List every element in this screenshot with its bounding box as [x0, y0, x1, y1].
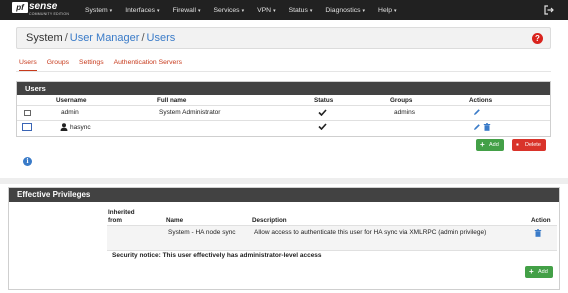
- menu-status[interactable]: Status ▾: [289, 7, 313, 14]
- security-notice: Security notice: This user effectively h…: [112, 252, 322, 259]
- delete-trash-icon[interactable]: [483, 123, 491, 131]
- username-cell: hasync: [70, 124, 91, 131]
- menu-interfaces[interactable]: Interfaces ▾: [125, 7, 159, 14]
- row-divider: [17, 120, 550, 121]
- column-header-full-name[interactable]: Full name: [157, 97, 186, 104]
- status-enabled-icon: [318, 123, 327, 130]
- delete-label: Delete: [525, 142, 541, 148]
- row-divider: [17, 105, 550, 106]
- logo-pf-mark: pf: [12, 2, 28, 13]
- effective-privileges-panel: Effective Privileges Inherited from Name…: [8, 187, 560, 290]
- breadcrumb: System / User Manager / Users: [26, 32, 175, 45]
- breadcrumb-user-manager[interactable]: User Manager: [70, 32, 140, 44]
- menu-help[interactable]: Help ▾: [378, 7, 397, 14]
- column-header-inherited-from: Inherited from: [108, 209, 135, 224]
- tab-authentication-servers[interactable]: Authentication Servers: [114, 57, 182, 71]
- tab-settings[interactable]: Settings: [79, 57, 104, 71]
- column-header-groups[interactable]: Groups: [390, 97, 412, 104]
- delete-users-button[interactable]: ▪ Delete: [512, 139, 546, 151]
- add-label: Add: [489, 142, 499, 148]
- privilege-description-cell: Allow access to authenticate this user f…: [254, 229, 487, 236]
- menu-vpn[interactable]: VPN ▾: [257, 7, 276, 14]
- info-icon[interactable]: i: [23, 157, 32, 166]
- breadcrumb-separator: /: [64, 32, 68, 44]
- delete-privilege-trash-icon[interactable]: [534, 229, 542, 237]
- add-user-button[interactable]: + Add: [476, 139, 504, 151]
- add-privilege-button[interactable]: + Add: [525, 266, 553, 278]
- top-navbar: pf sense COMMUNITY EDITION System ▾ Inter…: [0, 0, 568, 20]
- tab-users[interactable]: Users: [19, 57, 37, 71]
- tab-bar: Users Groups Settings Authentication Ser…: [19, 57, 192, 71]
- edit-pencil-icon[interactable]: [473, 123, 481, 131]
- column-header-action: Action: [531, 217, 551, 224]
- breadcrumb-users[interactable]: Users: [147, 32, 176, 44]
- help-icon[interactable]: ?: [532, 33, 543, 44]
- column-header-actions: Actions: [469, 97, 493, 104]
- row-select-checkbox[interactable]: [22, 123, 32, 131]
- menu-diagnostics[interactable]: Diagnostics ▾: [325, 7, 365, 14]
- column-header-name: Name: [166, 217, 184, 224]
- logout-icon[interactable]: [544, 5, 554, 15]
- users-panel: Users Username Full name Status Groups A…: [16, 81, 551, 137]
- column-header-username[interactable]: Username: [56, 97, 86, 104]
- plus-icon: +: [480, 140, 485, 149]
- status-enabled-icon: [318, 109, 327, 116]
- trash-icon: ▪: [516, 140, 519, 149]
- add-privilege-label: Add: [538, 269, 548, 275]
- menu-system[interactable]: System ▾: [85, 7, 112, 14]
- row-select-checkbox[interactable]: [24, 110, 31, 116]
- breadcrumb-separator: /: [141, 32, 145, 44]
- edit-pencil-icon[interactable]: [473, 108, 481, 116]
- users-panel-title: Users: [17, 82, 550, 95]
- tab-divider: [16, 71, 551, 72]
- breadcrumb-bar: System / User Manager / Users ?: [16, 27, 551, 49]
- privilege-name-cell: System - HA node sync: [168, 229, 236, 236]
- pfsense-logo[interactable]: pf sense COMMUNITY EDITION: [12, 1, 74, 19]
- plus-icon: +: [529, 267, 534, 276]
- menu-services[interactable]: Services ▾: [214, 7, 245, 14]
- groups-cell: admins: [394, 109, 415, 116]
- username-cell: admin: [61, 109, 79, 116]
- column-header-description: Description: [252, 217, 287, 224]
- section-separator: [0, 178, 568, 184]
- main-menu: System ▾ Interfaces ▾ Firewall ▾ Services ▾ …: [85, 0, 410, 20]
- breadcrumb-system: System: [26, 32, 63, 44]
- column-header-status[interactable]: Status: [314, 97, 333, 104]
- logo-edition: COMMUNITY EDITION: [29, 12, 70, 16]
- full-name-cell: System Administrator: [159, 109, 221, 116]
- menu-firewall[interactable]: Firewall ▾: [173, 7, 201, 14]
- tab-groups[interactable]: Groups: [47, 57, 69, 71]
- user-icon: [60, 123, 68, 131]
- effective-privileges-title: Effective Privileges: [9, 188, 559, 202]
